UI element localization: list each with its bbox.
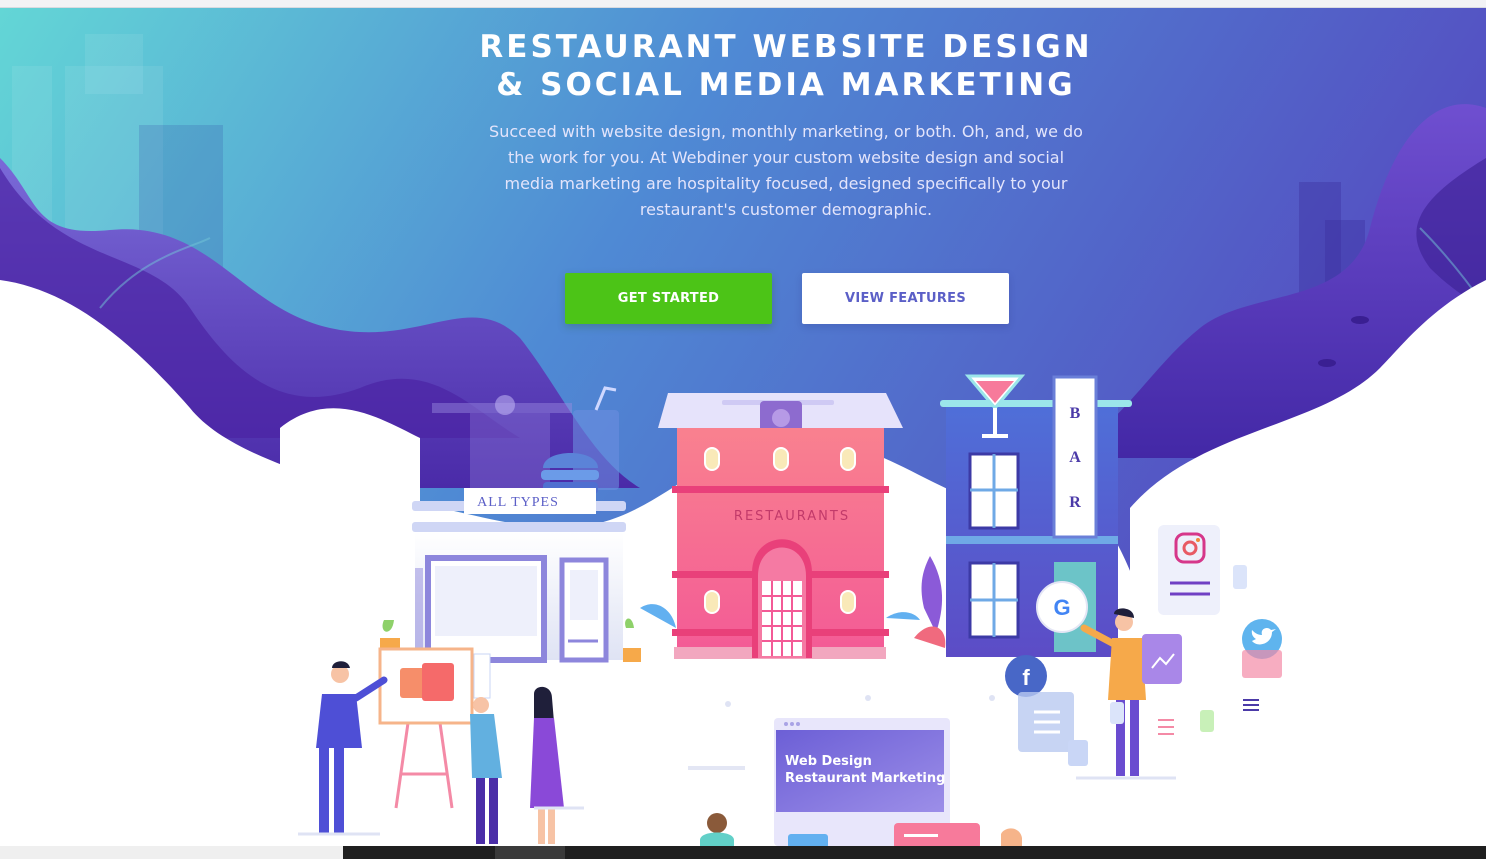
dollar-icon	[422, 663, 454, 701]
restaurant-sign-text: RESTAURANTS	[734, 509, 850, 524]
svg-text:G: G	[1053, 595, 1070, 620]
bar-sign-letter-r: R	[1069, 494, 1081, 511]
sales-board	[378, 647, 474, 809]
scrollbar-thumb[interactable]	[495, 846, 565, 859]
bar-building	[940, 374, 1132, 657]
scrollbar-track-left	[0, 846, 343, 859]
instagram-card	[1158, 525, 1220, 615]
woman-person	[530, 686, 584, 844]
bar-sign-letter-a: A	[1069, 449, 1081, 466]
shop-building	[412, 488, 626, 663]
presenter-person	[298, 661, 388, 836]
bottom-scrollbar[interactable]	[0, 846, 1486, 859]
screen-text-line-1: Web Design	[785, 754, 872, 769]
svg-text:f: f	[1022, 665, 1030, 690]
chef-person	[470, 653, 502, 844]
hero-section: RESTAURANT WEBSITE DESIGN & SOCIAL MEDIA…	[0, 8, 1486, 846]
google-icon: G	[1036, 581, 1088, 633]
bar-sign-letter-b: B	[1070, 405, 1081, 422]
marketer-person	[1076, 608, 1182, 780]
hero-illustration: G f ALL TYPES RESTAURANTS B A R Web Desi…	[298, 374, 1282, 846]
browser-top-edge	[0, 0, 1486, 8]
shop-sign-text: ALL TYPES	[477, 495, 559, 510]
restaurant-building	[658, 393, 903, 659]
screen-text-line-2: Restaurant Marketing	[785, 771, 945, 786]
facebook-icon: f	[1005, 655, 1047, 697]
